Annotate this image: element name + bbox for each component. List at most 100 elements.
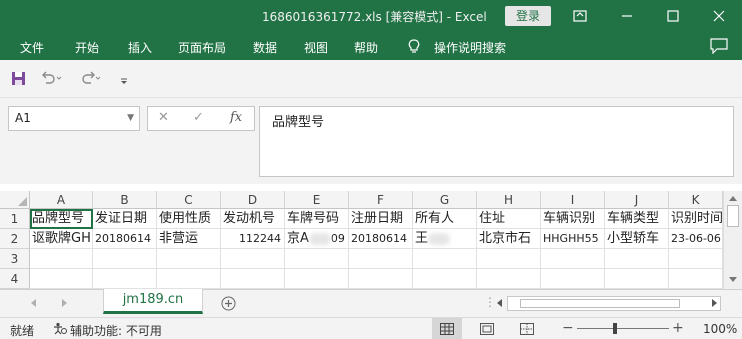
cancel-icon[interactable]: ✕ xyxy=(158,110,169,125)
tab-split-handle[interactable]: ⋮ xyxy=(484,295,496,309)
cell-k3[interactable] xyxy=(669,249,723,269)
cell-f3[interactable] xyxy=(349,249,413,269)
minimize-icon[interactable] xyxy=(604,0,650,32)
ribbon-display-icon[interactable] xyxy=(557,0,603,32)
cell-c1[interactable]: 使用性质 xyxy=(157,209,221,229)
cell-k4[interactable] xyxy=(669,269,723,289)
column-header-j[interactable]: J xyxy=(605,191,669,209)
cell-d2[interactable]: 112244 xyxy=(221,229,285,249)
zoom-level[interactable]: 100% xyxy=(703,322,737,336)
cell-k2[interactable]: 23-06-06 xyxy=(669,229,723,249)
column-header-h[interactable]: H xyxy=(477,191,541,209)
scroll-up-icon[interactable] xyxy=(729,195,737,201)
cell-e2[interactable]: 京A 09 xyxy=(285,229,349,249)
cell-e3[interactable] xyxy=(285,249,349,269)
row-header-2[interactable]: 2 xyxy=(0,229,30,249)
vertical-scrollbar[interactable] xyxy=(723,191,742,289)
tab-data[interactable]: 数据 xyxy=(253,39,277,56)
cell-e1[interactable]: 车牌号码 xyxy=(285,209,349,229)
row-header-3[interactable]: 3 xyxy=(0,249,30,269)
cell-f1[interactable]: 注册日期 xyxy=(349,209,413,229)
zoom-slider-knob[interactable] xyxy=(613,323,617,334)
tab-page-layout[interactable]: 页面布局 xyxy=(178,39,226,56)
status-accessibility[interactable]: 辅助功能: 不可用 xyxy=(70,322,162,339)
cell-a4[interactable] xyxy=(30,269,93,289)
formula-bar[interactable]: 品牌型号 xyxy=(259,106,734,177)
cell-h2[interactable]: 北京市石 xyxy=(477,229,541,249)
page-break-view-icon[interactable] xyxy=(512,318,542,339)
sheet-prev-icon[interactable] xyxy=(30,299,36,307)
horizontal-scroll-thumb[interactable] xyxy=(520,299,680,308)
horizontal-scrollbar[interactable] xyxy=(507,296,721,311)
zoom-in-icon[interactable]: + xyxy=(672,320,684,336)
cell-b3[interactable] xyxy=(93,249,157,269)
cell-c2[interactable]: 非营运 xyxy=(157,229,221,249)
cell-f2[interactable]: 20180614 xyxy=(349,229,413,249)
cell-d4[interactable] xyxy=(221,269,285,289)
tab-view[interactable]: 视图 xyxy=(304,39,328,56)
name-box[interactable]: A1 ▼ xyxy=(8,106,140,131)
cell-k1[interactable]: 识别时间 xyxy=(669,209,723,229)
column-header-e[interactable]: E xyxy=(285,191,349,209)
column-header-a[interactable]: A xyxy=(30,191,93,209)
chevron-down-icon[interactable]: ▼ xyxy=(127,107,134,130)
cell-g4[interactable] xyxy=(413,269,477,289)
column-header-f[interactable]: F xyxy=(349,191,413,209)
cell-j2[interactable]: 小型轿车 xyxy=(605,229,669,249)
close-icon[interactable] xyxy=(696,0,742,32)
customize-icon[interactable] xyxy=(120,71,128,89)
cell-g2[interactable]: 王 xyxy=(413,229,477,249)
column-header-g[interactable]: G xyxy=(413,191,477,209)
cell-h1[interactable]: 住址 xyxy=(477,209,541,229)
cell-i3[interactable] xyxy=(541,249,605,269)
cell-g1[interactable]: 所有人 xyxy=(413,209,477,229)
cell-i4[interactable] xyxy=(541,269,605,289)
fx-icon[interactable]: fx xyxy=(230,110,242,125)
vertical-scroll-thumb[interactable] xyxy=(727,205,739,227)
enter-icon[interactable]: ✓ xyxy=(193,110,204,125)
zoom-slider[interactable] xyxy=(577,328,669,329)
page-layout-view-icon[interactable] xyxy=(472,318,502,339)
tab-home[interactable]: 开始 xyxy=(75,39,99,56)
cell-h4[interactable] xyxy=(477,269,541,289)
column-header-i[interactable]: I xyxy=(541,191,605,209)
login-button[interactable]: 登录 xyxy=(505,6,551,26)
column-header-d[interactable]: D xyxy=(221,191,285,209)
cell-j3[interactable] xyxy=(605,249,669,269)
cell-a2[interactable]: 讴歌牌GH xyxy=(30,229,93,249)
tab-file[interactable]: 文件 xyxy=(20,39,44,56)
select-all-corner[interactable] xyxy=(0,191,30,209)
tell-me-search[interactable]: 操作说明搜索 xyxy=(434,39,506,56)
row-header-1[interactable]: 1 xyxy=(0,209,30,229)
tab-help[interactable]: 帮助 xyxy=(354,39,378,56)
cell-e4[interactable] xyxy=(285,269,349,289)
cell-d1[interactable]: 发动机号 xyxy=(221,209,285,229)
scroll-down-icon[interactable] xyxy=(729,277,737,283)
cell-c3[interactable] xyxy=(157,249,221,269)
maximize-icon[interactable] xyxy=(650,0,696,32)
cell-c4[interactable] xyxy=(157,269,221,289)
sheet-tab-active[interactable]: jm189.cn xyxy=(103,289,203,314)
zoom-out-icon[interactable]: − xyxy=(562,320,574,336)
cell-f4[interactable] xyxy=(349,269,413,289)
normal-view-icon[interactable] xyxy=(432,318,462,339)
hscroll-left-icon[interactable] xyxy=(496,299,502,307)
add-sheet-icon[interactable] xyxy=(221,296,236,311)
cell-j1[interactable]: 车辆类型 xyxy=(605,209,669,229)
redo-icon[interactable] xyxy=(79,71,101,89)
cell-i2[interactable]: HHGHH55 xyxy=(541,229,605,249)
cell-h3[interactable] xyxy=(477,249,541,269)
share-icon[interactable] xyxy=(710,38,728,57)
hscroll-right-icon[interactable] xyxy=(712,299,718,307)
save-icon[interactable] xyxy=(11,71,26,89)
row-header-4[interactable]: 4 xyxy=(0,269,30,289)
cell-a1[interactable]: 品牌型号 xyxy=(30,209,93,229)
cell-i1[interactable]: 车辆识别 xyxy=(541,209,605,229)
tab-insert[interactable]: 插入 xyxy=(128,39,152,56)
cell-b1[interactable]: 发证日期 xyxy=(93,209,157,229)
cell-b2[interactable]: 20180614 xyxy=(93,229,157,249)
cell-d3[interactable] xyxy=(221,249,285,269)
cell-g3[interactable] xyxy=(413,249,477,269)
cell-b4[interactable] xyxy=(93,269,157,289)
undo-icon[interactable] xyxy=(40,71,62,89)
